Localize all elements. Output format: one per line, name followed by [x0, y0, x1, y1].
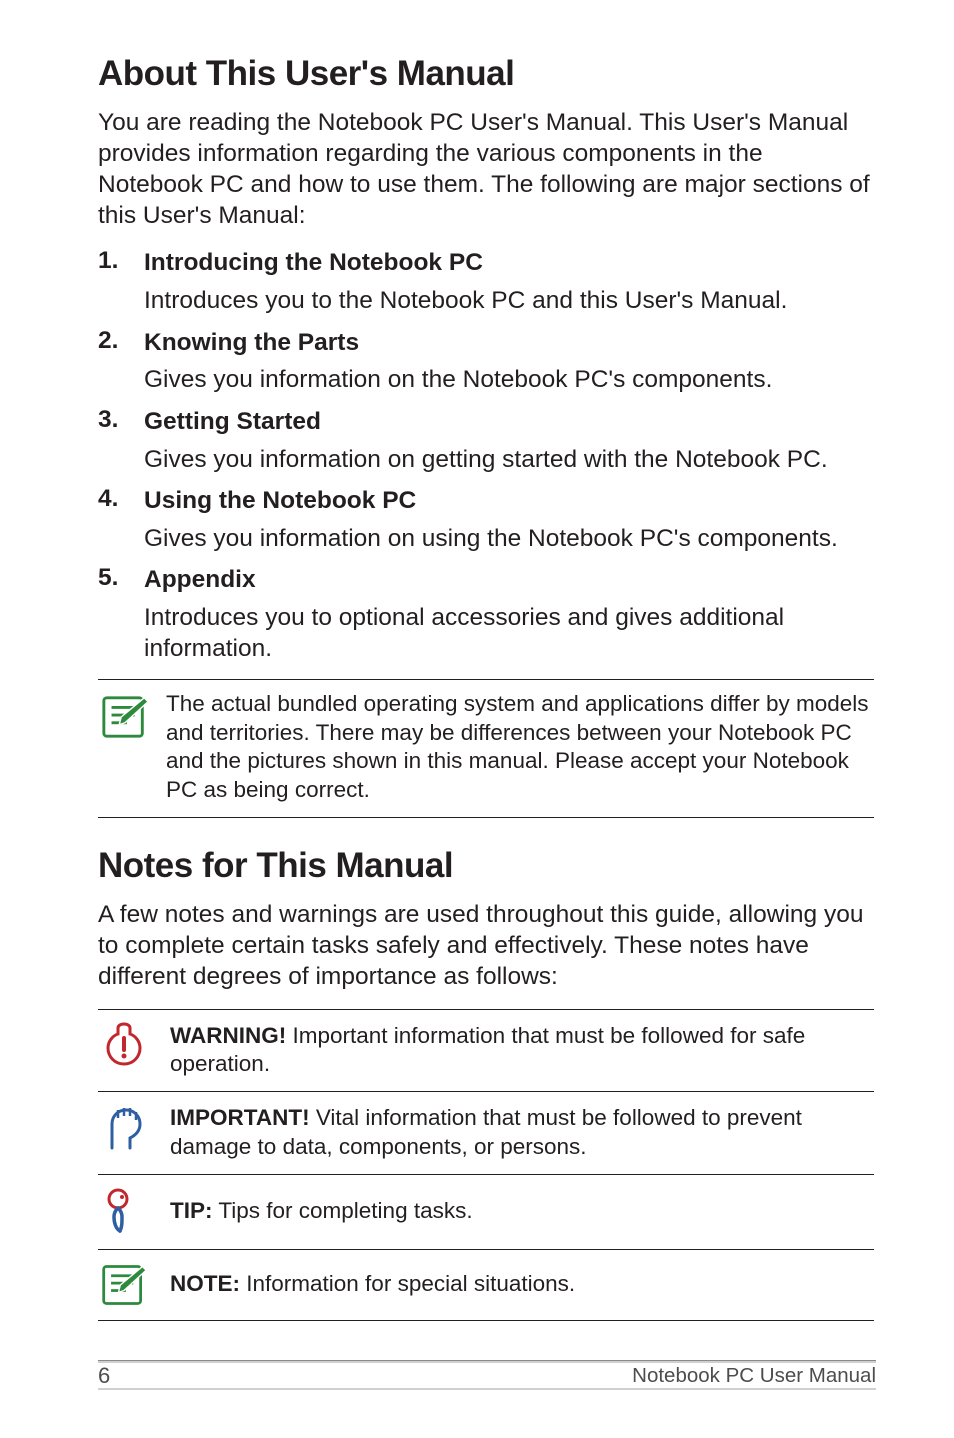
section-title: Introducing the Notebook PC [144, 247, 874, 279]
callout-warning: WARNING! Important information that must… [98, 1009, 874, 1092]
tip-magnifier-icon [98, 1187, 170, 1237]
section-title: Appendix [144, 564, 874, 596]
callout-text: TIP: Tips for completing tasks. [170, 1197, 874, 1226]
note-block-top: The actual bundled operating system and … [98, 679, 874, 818]
section-item: Using the Notebook PC Gives you informat… [98, 485, 874, 554]
important-hand-icon [98, 1104, 170, 1154]
page-heading-2: Notes for This Manual [98, 846, 874, 886]
callout-text: WARNING! Important information that must… [170, 1022, 874, 1080]
callout-group: WARNING! Important information that must… [98, 1009, 874, 1321]
callout-label: TIP: [170, 1198, 213, 1223]
section-desc: Gives you information on the Notebook PC… [144, 364, 874, 395]
page-footer: 6 Notebook PC User Manual [98, 1360, 876, 1390]
note-pencil-icon [98, 690, 166, 742]
page-heading-1: About This User's Manual [98, 54, 874, 94]
callout-body: Information for special situations. [240, 1271, 575, 1296]
callout-important: IMPORTANT! Vital information that must b… [98, 1091, 874, 1174]
note-pencil-icon [98, 1262, 170, 1308]
callout-text: IMPORTANT! Vital information that must b… [170, 1104, 874, 1162]
section-item: Getting Started Gives you information on… [98, 406, 874, 475]
intro-paragraph-1: You are reading the Notebook PC User's M… [98, 108, 874, 231]
warning-icon [98, 1022, 170, 1070]
callout-label: WARNING! [170, 1023, 286, 1048]
section-item: Appendix Introduces you to optional acce… [98, 564, 874, 665]
callout-label: NOTE: [170, 1271, 240, 1296]
intro-paragraph-2: A few notes and warnings are used throug… [98, 900, 874, 993]
callout-body: Tips for completing tasks. [213, 1198, 473, 1223]
section-desc: Gives you information on using the Noteb… [144, 523, 874, 554]
sections-list: Introducing the Notebook PC Introduces y… [98, 247, 874, 664]
section-title: Getting Started [144, 406, 874, 438]
callout-label: IMPORTANT! [170, 1105, 310, 1130]
section-item: Introducing the Notebook PC Introduces y… [98, 247, 874, 316]
callout-note: NOTE: Information for special situations… [98, 1249, 874, 1321]
section-title: Using the Notebook PC [144, 485, 874, 517]
section-title: Knowing the Parts [144, 327, 874, 359]
section-desc: Introduces you to the Notebook PC and th… [144, 285, 874, 316]
callout-text: NOTE: Information for special situations… [170, 1270, 874, 1299]
callout-tip: TIP: Tips for completing tasks. [98, 1174, 874, 1249]
note-text: The actual bundled operating system and … [166, 690, 874, 805]
section-item: Knowing the Parts Gives you information … [98, 327, 874, 396]
section-desc: Introduces you to optional accessories a… [144, 602, 874, 665]
section-desc: Gives you information on getting started… [144, 444, 874, 475]
footer-label: Notebook PC User Manual [632, 1364, 876, 1388]
footer-page-number: 6 [98, 1363, 110, 1389]
